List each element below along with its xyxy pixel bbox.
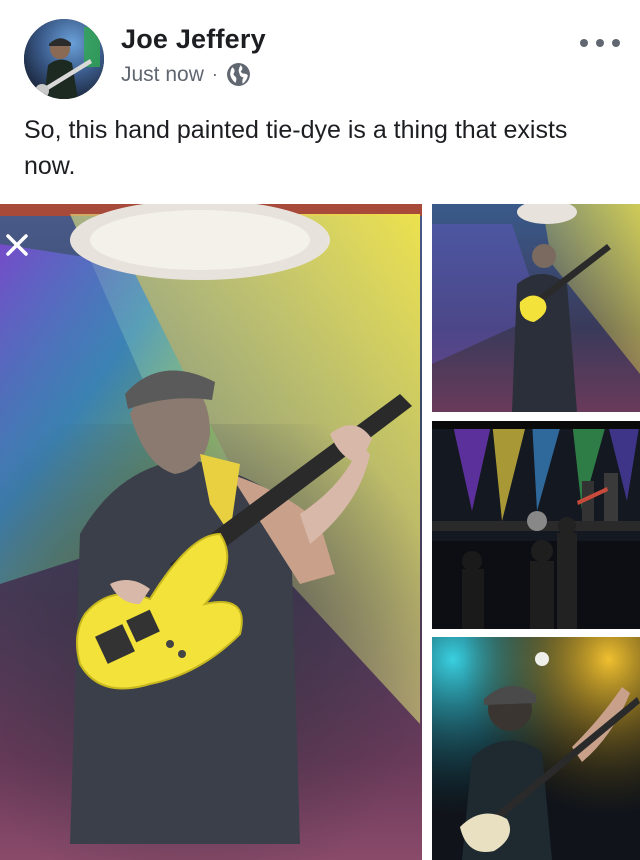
more-dot (580, 39, 588, 47)
post-meta: Just now · (121, 62, 251, 87)
more-options-icon[interactable] (580, 30, 620, 56)
photo-thumbnail-2[interactable] (432, 421, 640, 629)
close-icon[interactable] (4, 232, 30, 258)
post-header: Joe Jeffery Just now · (0, 0, 640, 110)
author-avatar[interactable] (24, 19, 104, 99)
photo-thumbnail-1[interactable] (432, 204, 640, 412)
post-text: So, this hand painted tie-dye is a thing… (24, 116, 568, 180)
more-dot (612, 39, 620, 47)
author-name[interactable]: Joe Jeffery (121, 24, 266, 55)
photo-thumbnail-3[interactable] (432, 637, 640, 860)
photo-main[interactable] (0, 204, 422, 860)
more-dot (596, 39, 604, 47)
meta-separator: · (211, 64, 218, 84)
timestamp[interactable]: Just now (121, 63, 204, 87)
globe-icon[interactable] (226, 62, 251, 87)
